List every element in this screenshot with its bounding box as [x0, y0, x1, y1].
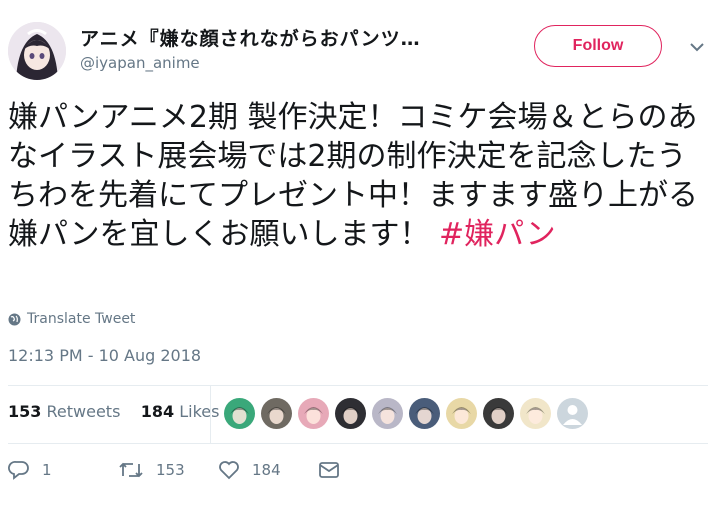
likes-label: Likes	[179, 402, 220, 421]
envelope-icon	[319, 462, 339, 478]
liker-avatar[interactable]	[483, 398, 514, 429]
like-count: 184	[252, 461, 281, 479]
follow-button[interactable]: Follow	[534, 25, 662, 67]
reply-count: 1	[42, 461, 52, 479]
display-name[interactable]: アニメ『嫌な顔されながらおパンツ…	[80, 24, 421, 51]
liker-image	[415, 407, 434, 424]
translate-tweet[interactable]: Translate Tweet	[8, 311, 135, 327]
retweet-button[interactable]: 153	[118, 460, 218, 480]
hashtag-link[interactable]: #嫌パン	[439, 217, 556, 252]
tweet-actions: 1 153 184	[8, 460, 340, 480]
avatar[interactable]	[8, 22, 66, 80]
avatar-image	[8, 22, 66, 80]
liker-avatar[interactable]	[557, 398, 588, 429]
retweets-count: 153	[8, 402, 42, 421]
retweets-label: Retweets	[46, 402, 121, 421]
liker-image	[304, 407, 323, 424]
liker-avatar[interactable]	[446, 398, 477, 429]
liker-avatar[interactable]	[409, 398, 440, 429]
tweet-body: 嫌パンアニメ2期 製作決定！コミケ会場＆とらのあなイラスト展会場では2期の制作決…	[8, 100, 698, 252]
liker-avatar[interactable]	[298, 398, 329, 429]
likes-stat[interactable]: 184 Likes	[141, 402, 220, 421]
liker-avatar[interactable]	[520, 398, 551, 429]
liker-avatar[interactable]	[335, 398, 366, 429]
stats-separator	[210, 385, 211, 443]
divider	[8, 443, 708, 444]
likers-avatars	[224, 398, 588, 429]
liker-image	[230, 407, 249, 424]
heart-icon	[219, 461, 239, 480]
tweet-text: 嫌パンアニメ2期 製作決定！コミケ会場＆とらのあなイラスト展会場では2期の制作決…	[8, 98, 713, 254]
likes-count: 184	[140, 402, 175, 421]
liker-avatar[interactable]	[261, 398, 292, 429]
handle[interactable]: @iyapan_anime	[80, 54, 200, 72]
like-button[interactable]: 184	[218, 460, 318, 480]
tweet-stats: 153 Retweets 184 Likes	[8, 402, 219, 421]
liker-image	[341, 407, 360, 424]
liker-image	[378, 407, 397, 424]
globe-icon	[8, 313, 21, 325]
liker-image	[452, 407, 471, 424]
timestamp[interactable]: 12:13 PM - 10 Aug 2018	[8, 346, 201, 365]
retweet-icon	[119, 462, 143, 478]
liker-image	[526, 407, 545, 424]
reply-button[interactable]: 1	[8, 460, 118, 480]
retweets-stat[interactable]: 153 Retweets	[8, 402, 120, 421]
liker-image	[267, 407, 286, 424]
liker-avatar[interactable]	[372, 398, 403, 429]
retweet-count: 153	[156, 461, 185, 479]
liker-avatar[interactable]	[224, 398, 255, 429]
divider	[8, 385, 708, 386]
chevron-down-icon[interactable]	[689, 42, 705, 52]
message-button[interactable]	[318, 461, 340, 479]
liker-image	[489, 407, 508, 424]
translate-label: Translate Tweet	[27, 311, 136, 327]
reply-icon	[8, 461, 29, 480]
default-avatar-icon	[563, 405, 582, 425]
